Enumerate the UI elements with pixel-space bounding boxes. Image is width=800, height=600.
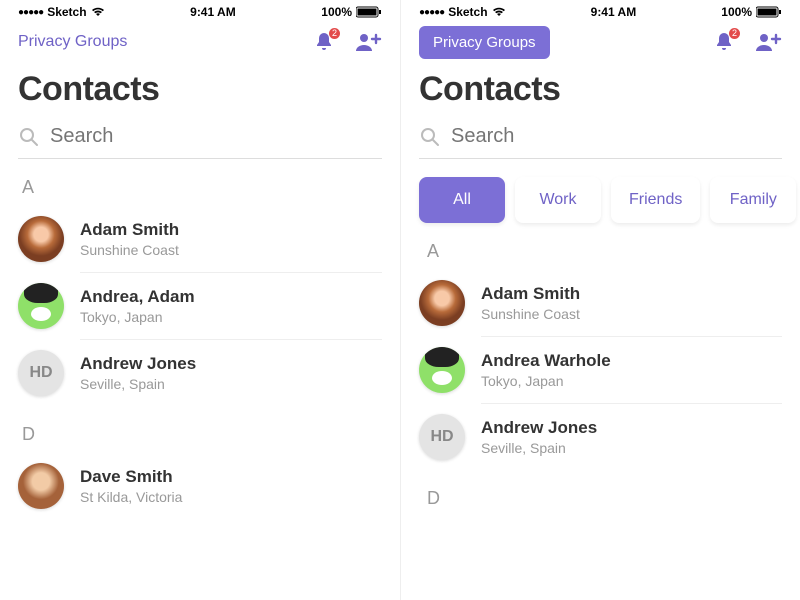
battery-percent: 100% [321,5,352,19]
section-header: A [22,177,382,198]
battery-percent: 100% [721,5,752,19]
contact-row[interactable]: Dave Smith St Kilda, Victoria [18,453,382,519]
search-icon [419,126,441,148]
page-title: Contacts [419,70,782,109]
contact-location: St Kilda, Victoria [80,489,182,505]
contact-location: Seville, Spain [80,376,196,392]
contact-location: Sunshine Coast [481,306,580,322]
status-left: ●●●●● Sketch [419,5,506,19]
privacy-groups-button[interactable]: Privacy Groups [419,26,550,59]
section-header: A [427,241,782,262]
notifications-button[interactable]: 2 [712,30,736,54]
search-input[interactable] [50,125,382,148]
wifi-icon [492,7,506,17]
pane-left: ●●●●● Sketch 9:41 AM 100% Privacy Groups… [0,0,400,600]
search-bar[interactable] [18,119,382,159]
status-time: 9:41 AM [190,5,236,19]
search-icon [18,126,40,148]
contact-list: A Adam Smith Sunshine Coast Andrea Warhole T… [401,241,800,509]
contact-row[interactable]: HD Andrew Jones Seville, Spain [18,340,382,406]
contact-location: Tokyo, Japan [80,309,195,325]
section-header: D [427,488,782,509]
search-bar[interactable] [419,119,782,159]
add-person-icon [754,31,782,53]
tab-all[interactable]: All [419,177,505,223]
notifications-badge: 2 [729,28,740,39]
add-contact-button[interactable] [754,31,782,53]
carrier-label: Sketch [47,5,86,19]
tab-work[interactable]: Work [515,177,601,223]
carrier-label: Sketch [448,5,487,19]
battery-icon [756,6,782,18]
privacy-groups-link[interactable]: Privacy Groups [18,33,127,51]
contact-name: Andrew Jones [481,418,597,438]
tab-family[interactable]: Family [710,177,796,223]
status-time: 9:41 AM [591,5,637,19]
avatar: HD [18,350,64,396]
search-input[interactable] [451,125,782,148]
toolbar: Privacy Groups 2 [419,20,782,64]
battery-icon [356,6,382,18]
status-bar: ●●●●● Sketch 9:41 AM 100% [419,0,782,20]
avatar [419,280,465,326]
signal-dots-icon: ●●●●● [18,7,43,18]
status-right: 100% [721,5,782,19]
wifi-icon [91,7,105,17]
contact-row[interactable]: Andrea, Adam Tokyo, Japan [18,273,382,339]
contact-name: Andrea, Adam [80,287,195,307]
group-tabs: AllWorkFriendsFamily [401,177,800,223]
avatar [18,463,64,509]
notifications-badge: 2 [329,28,340,39]
contact-name: Dave Smith [80,467,182,487]
contact-row[interactable]: Adam Smith Sunshine Coast [419,270,782,336]
status-left: ●●●●● Sketch [18,5,105,19]
contact-location: Sunshine Coast [80,242,179,258]
contact-row[interactable]: Andrea Warhole Tokyo, Japan [419,337,782,403]
status-right: 100% [321,5,382,19]
add-contact-button[interactable] [354,31,382,53]
toolbar: Privacy Groups 2 [18,20,382,64]
contact-name: Andrea Warhole [481,351,611,371]
contact-location: Seville, Spain [481,440,597,456]
avatar [419,347,465,393]
avatar [18,283,64,329]
pane-right: ●●●●● Sketch 9:41 AM 100% Privacy Groups… [400,0,800,600]
contact-row[interactable]: HD Andrew Jones Seville, Spain [419,404,782,470]
avatar: HD [419,414,465,460]
contact-name: Andrew Jones [80,354,196,374]
contact-name: Adam Smith [481,284,580,304]
status-bar: ●●●●● Sketch 9:41 AM 100% [18,0,382,20]
contact-row[interactable]: Adam Smith Sunshine Coast [18,206,382,272]
tab-friends[interactable]: Friends [611,177,700,223]
notifications-button[interactable]: 2 [312,30,336,54]
contact-name: Adam Smith [80,220,179,240]
add-person-icon [354,31,382,53]
page-title: Contacts [18,70,382,109]
avatar [18,216,64,262]
contact-list: A Adam Smith Sunshine Coast Andrea, Adam Tok… [18,177,382,519]
section-header: D [22,424,382,445]
contact-location: Tokyo, Japan [481,373,611,389]
signal-dots-icon: ●●●●● [419,7,444,18]
